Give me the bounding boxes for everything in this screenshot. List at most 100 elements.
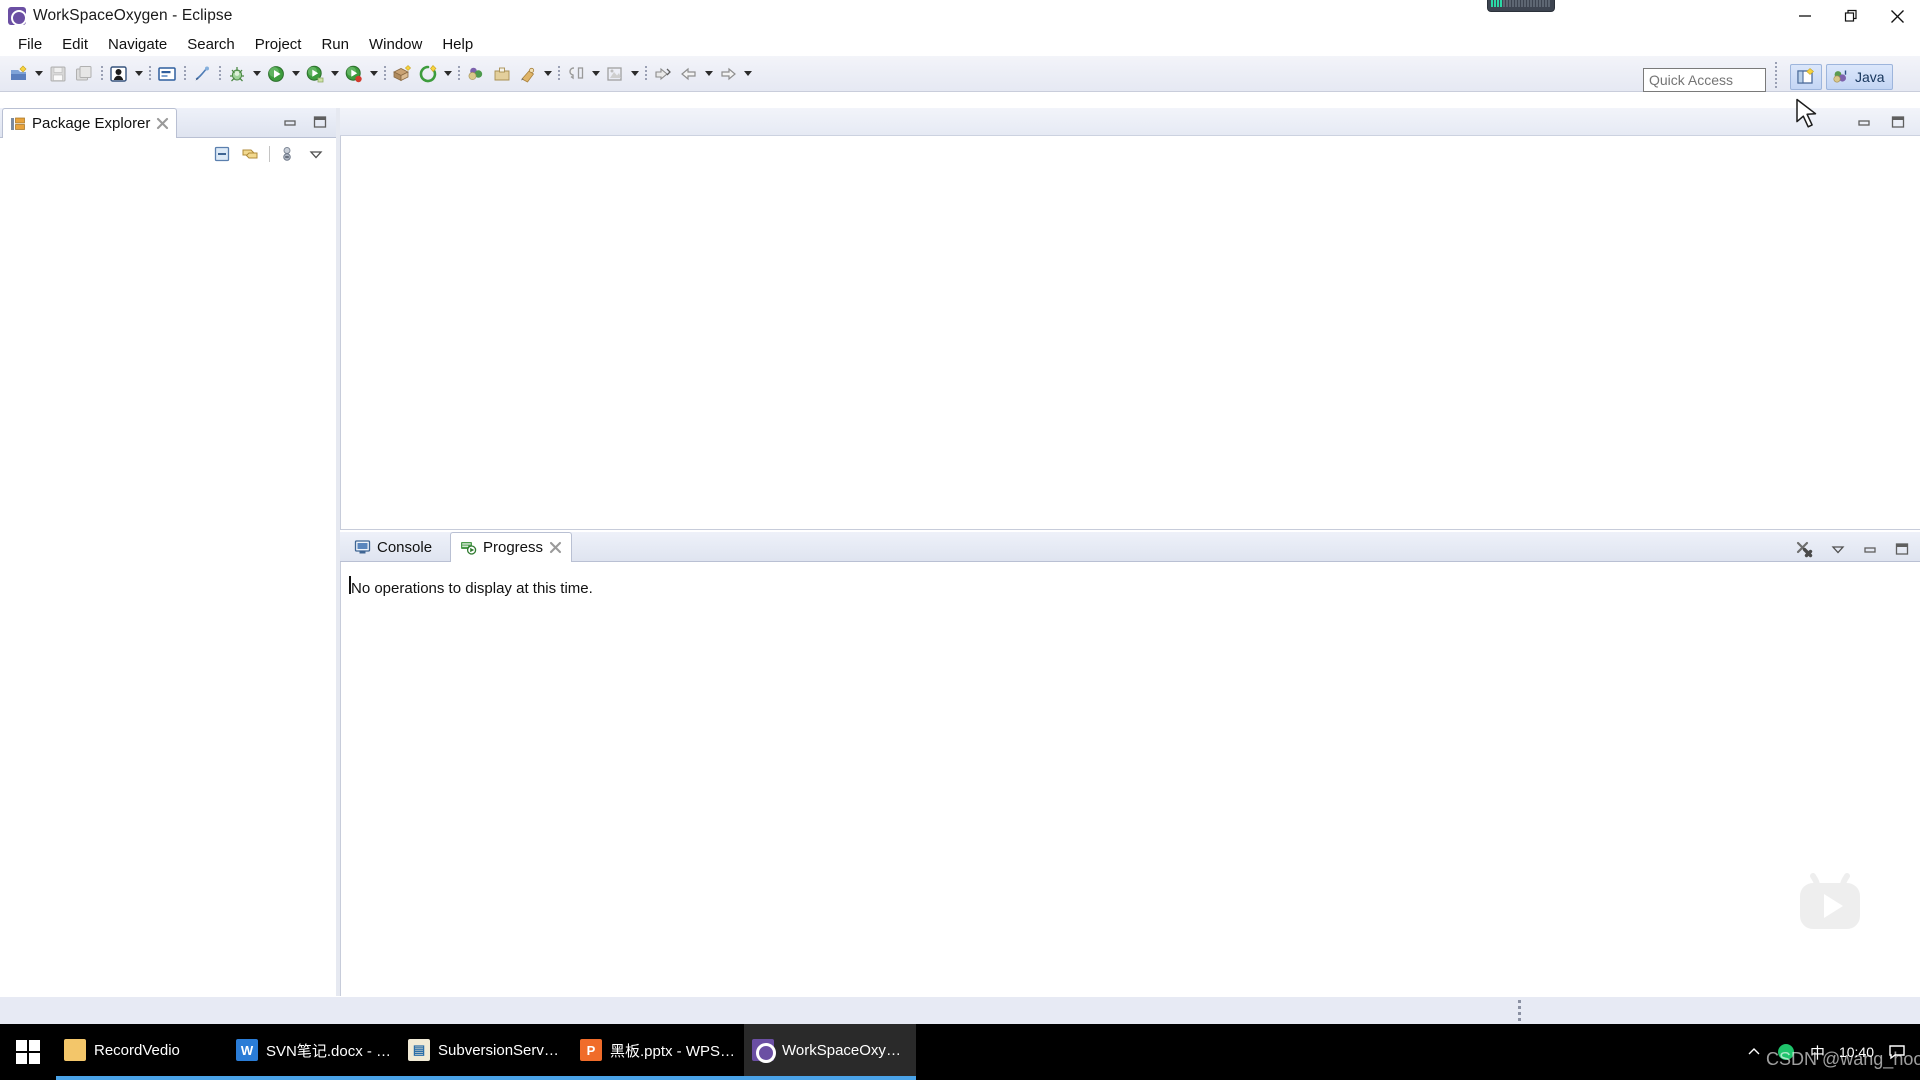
view-menu-button[interactable] <box>308 146 324 162</box>
taskbar-item-label: SVN笔记.docx - WP... <box>266 1042 392 1060</box>
clock[interactable]: 10:40 <box>1839 1044 1874 1060</box>
toggle-mark-occurrences-button[interactable] <box>189 61 215 87</box>
debug-dropdown[interactable] <box>250 61 263 87</box>
menu-file[interactable]: File <box>8 34 52 55</box>
menu-navigate[interactable]: Navigate <box>98 34 177 55</box>
tab-package-explorer-label: Package Explorer <box>32 115 151 132</box>
taskbar-item-label: 黑板.pptx - WPS 演示 <box>610 1042 736 1060</box>
minimize-button[interactable] <box>1782 0 1828 32</box>
annotation-button[interactable] <box>515 61 541 87</box>
bottom-view-stack: Console Progress No operations to displa… <box>340 532 1920 996</box>
ime-indicator[interactable]: 中 <box>1810 1042 1825 1063</box>
menu-window[interactable]: Window <box>359 34 432 55</box>
package-explorer-tabrow: Package Explorer <box>0 108 336 138</box>
new-java-class-button[interactable] <box>106 61 132 87</box>
debug-button[interactable] <box>224 61 250 87</box>
toolbar-separator <box>454 61 463 87</box>
next-annotation-button[interactable] <box>602 61 628 87</box>
menu-help[interactable]: Help <box>432 34 483 55</box>
close-tab-icon[interactable] <box>549 541 562 554</box>
bottom-view-tabrow: Console Progress <box>340 532 1920 562</box>
progress-empty-message: No operations to display at this time. <box>351 580 593 597</box>
search-button[interactable] <box>463 61 489 87</box>
resize-grip[interactable] <box>1518 1000 1521 1021</box>
maximize-view-button[interactable] <box>312 114 328 130</box>
external-tools-button[interactable] <box>341 61 367 87</box>
run-dropdown[interactable] <box>289 61 302 87</box>
collapse-all-button[interactable] <box>213 145 231 163</box>
toolbar-separator <box>145 61 154 87</box>
notification-icon[interactable] <box>1888 1043 1906 1061</box>
close-tab-icon[interactable] <box>156 117 169 130</box>
open-task-button[interactable] <box>489 61 515 87</box>
tab-package-explorer[interactable]: Package Explorer <box>2 108 178 138</box>
taskbar-item-wps-writer[interactable]: W SVN笔记.docx - WP... <box>228 1024 400 1080</box>
save-button[interactable] <box>45 61 71 87</box>
open-perspective-button[interactable] <box>1790 64 1822 90</box>
toolbar-separator <box>97 61 106 87</box>
next-annotation-dropdown[interactable] <box>628 61 641 87</box>
maximize-view-button[interactable] <box>1894 541 1910 557</box>
taskbar-item-eclipse[interactable]: WorkSpaceOxygen ... <box>744 1024 916 1080</box>
taskbar-item-label: RecordVedio <box>94 1041 180 1059</box>
coverage-dropdown[interactable] <box>328 61 341 87</box>
editor-area-controls <box>1856 114 1906 130</box>
forward-dropdown[interactable] <box>741 61 754 87</box>
back-button[interactable] <box>676 61 702 87</box>
perspective-java-button[interactable]: Java <box>1826 64 1893 90</box>
tab-console[interactable]: Console <box>345 533 441 562</box>
network-globe-icon[interactable] <box>1776 1042 1796 1062</box>
minimize-view-button[interactable] <box>282 114 298 130</box>
previous-annotation-button[interactable] <box>563 61 589 87</box>
cancel-operation-button[interactable] <box>1794 539 1814 559</box>
save-all-button[interactable] <box>71 61 97 87</box>
refresh-button[interactable] <box>415 61 441 87</box>
quick-access-input[interactable] <box>1643 68 1766 92</box>
focus-on-active-task-button[interactable] <box>280 145 298 163</box>
new-java-class-dropdown[interactable] <box>132 61 145 87</box>
window-title: WorkSpaceOxygen - Eclipse <box>33 7 233 24</box>
menu-project[interactable]: Project <box>245 34 312 55</box>
start-button[interactable] <box>0 1024 56 1080</box>
close-button[interactable] <box>1874 0 1920 32</box>
editor-area <box>340 108 1920 530</box>
taskbar-item-subversion-server[interactable]: ▤ SubversionServer[1... <box>400 1024 572 1080</box>
forward-button[interactable] <box>715 61 741 87</box>
maximize-editor-button[interactable] <box>1890 114 1906 130</box>
coverage-button[interactable] <box>302 61 328 87</box>
annotation-dropdown[interactable] <box>541 61 554 87</box>
last-edit-location-button[interactable] <box>650 61 676 87</box>
minimize-editor-button[interactable] <box>1856 114 1872 130</box>
minimize-view-button[interactable] <box>1862 541 1878 557</box>
view-menu-button[interactable] <box>1830 541 1846 557</box>
menu-search[interactable]: Search <box>177 34 245 55</box>
taskbar-item-wps-presentation[interactable]: P 黑板.pptx - WPS 演示 <box>572 1024 744 1080</box>
back-dropdown[interactable] <box>702 61 715 87</box>
editor-area-tabrow <box>340 108 1920 136</box>
progress-view-body[interactable]: No operations to display at this time. <box>340 562 1920 996</box>
progress-icon <box>461 542 477 555</box>
windows-taskbar: RecordVedio W SVN笔记.docx - WP... ▤ Subve… <box>0 1024 1920 1080</box>
menu-edit[interactable]: Edit <box>52 34 98 55</box>
previous-annotation-dropdown[interactable] <box>589 61 602 87</box>
menu-run[interactable]: Run <box>311 34 359 55</box>
run-button[interactable] <box>263 61 289 87</box>
taskbar-item-recordvedio[interactable]: RecordVedio <box>56 1024 228 1080</box>
open-type-button[interactable] <box>154 61 180 87</box>
new-wizard-button[interactable] <box>6 61 32 87</box>
link-with-editor-button[interactable] <box>241 145 259 163</box>
restore-button[interactable] <box>1828 0 1874 32</box>
open-perspective-icon <box>1797 68 1814 84</box>
tab-progress[interactable]: Progress <box>450 532 573 562</box>
new-package-button[interactable] <box>389 61 415 87</box>
wps-writer-icon: W <box>236 1039 258 1061</box>
taskbar-item-label: WorkSpaceOxygen ... <box>782 1041 908 1059</box>
new-wizard-dropdown[interactable] <box>32 61 45 87</box>
refresh-dropdown[interactable] <box>441 61 454 87</box>
java-perspective-icon <box>1833 70 1847 83</box>
toolbar-separator <box>554 61 563 87</box>
screen-recorder-widget[interactable] <box>1487 0 1555 12</box>
package-explorer-tree[interactable] <box>0 170 336 996</box>
external-tools-dropdown[interactable] <box>367 61 380 87</box>
chevron-up-icon[interactable] <box>1746 1044 1762 1060</box>
